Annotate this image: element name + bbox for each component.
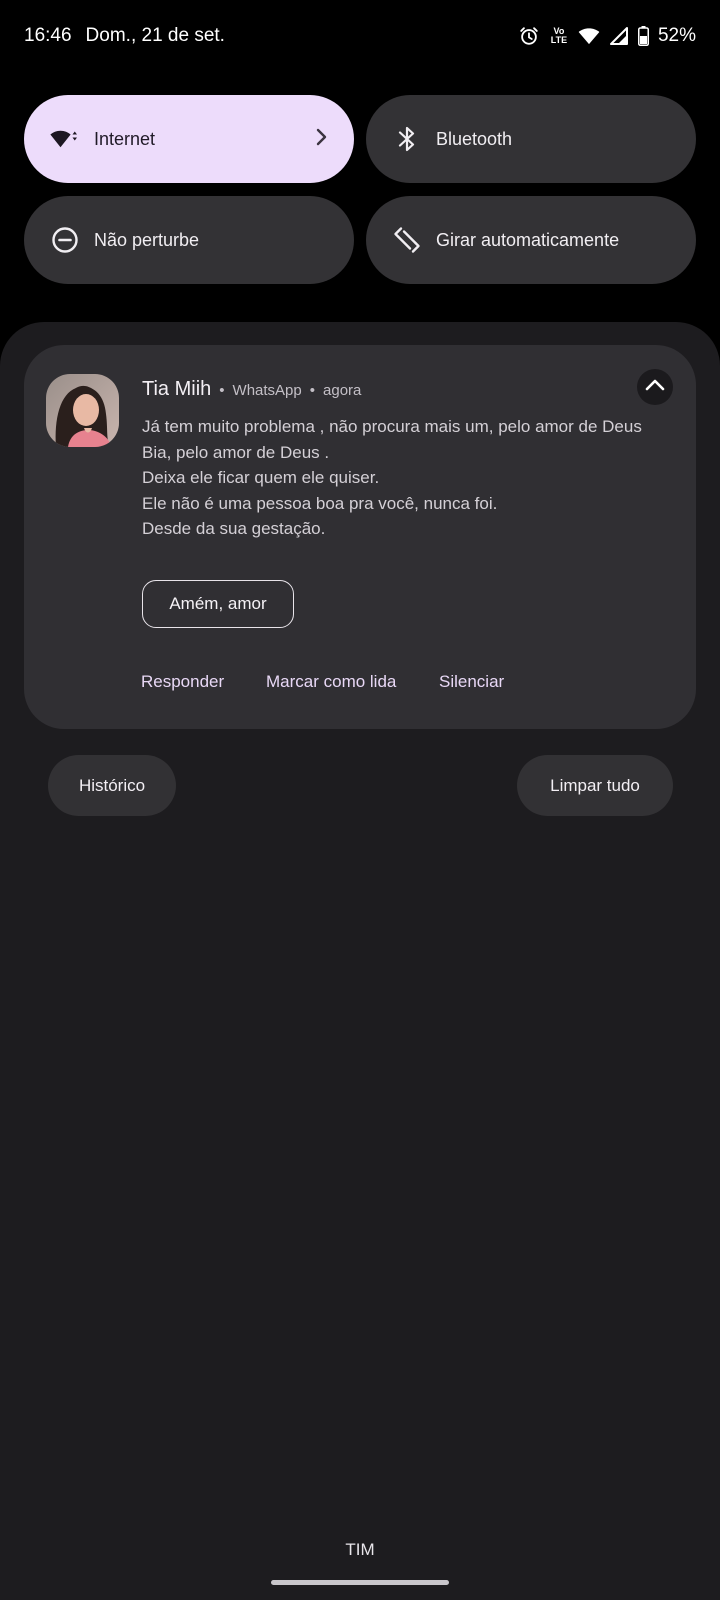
history-button[interactable]: Histórico — [48, 755, 176, 816]
volte-bottom-text: LTE — [550, 35, 568, 45]
notification-header: Tia Miih • WhatsApp • agora — [142, 378, 361, 401]
battery-percent: 52% — [657, 25, 696, 46]
message-line: Desde da sua gestação. — [142, 519, 326, 538]
notification-shade: 16:46 Dom., 21 de set. Vo LTE 52% Intern… — [0, 0, 720, 1600]
message-line: Ele não é uma pessoa boa pra você, nunca… — [142, 493, 498, 513]
wifi-icon — [50, 124, 80, 154]
chevron-right-icon — [314, 128, 328, 151]
message-line: Bia, pelo amor de Deus . — [142, 442, 330, 462]
carrier-label: TIM — [345, 1540, 375, 1559]
bluetooth-icon — [392, 124, 422, 154]
chevron-up-icon — [645, 378, 665, 397]
notification-message: Já tem muito problema , não procura mais… — [142, 414, 682, 542]
battery-icon — [637, 26, 649, 46]
tile-internet-label: Internet — [94, 128, 156, 149]
volte-icon: Vo LTE — [549, 27, 569, 45]
message-line: Já tem muito problema , não procura mais… — [142, 417, 642, 436]
collapse-notification-button[interactable] — [637, 369, 673, 405]
tile-auto-rotate-label: Girar automaticamente — [436, 229, 620, 250]
wifi-icon — [578, 27, 600, 45]
mark-as-read-action-button[interactable]: Marcar como lida — [266, 672, 396, 692]
auto-rotate-icon — [392, 225, 422, 255]
status-date[interactable]: Dom., 21 de set. — [86, 25, 225, 47]
status-time: 16:46 — [24, 25, 72, 46]
status-bar: 16:46 Dom., 21 de set. Vo LTE 52% — [0, 0, 720, 72]
smart-reply-button[interactable]: Amém, amor — [142, 580, 294, 628]
tile-bluetooth-label: Bluetooth — [436, 128, 513, 149]
app-name: WhatsApp — [232, 382, 302, 399]
tile-internet[interactable]: Internet — [24, 95, 354, 183]
tile-do-not-disturb-label: Não perturbe — [94, 229, 200, 250]
sender-name: Tia Miih — [142, 378, 212, 400]
tile-do-not-disturb[interactable]: Não perturbe — [24, 196, 354, 284]
mute-action-button[interactable]: Silenciar — [439, 672, 504, 692]
message-line: Deixa ele ficar quem ele quiser. — [142, 468, 380, 487]
tile-auto-rotate[interactable]: Girar automaticamente — [366, 196, 696, 284]
header-separator: • — [309, 382, 316, 399]
reply-action-button[interactable]: Responder — [141, 672, 224, 692]
do-not-disturb-icon — [50, 225, 80, 255]
clear-all-button[interactable]: Limpar tudo — [517, 755, 673, 816]
signal-icon — [609, 26, 629, 46]
sender-avatar[interactable] — [46, 374, 119, 447]
header-separator: • — [219, 382, 225, 399]
home-indicator[interactable] — [271, 1580, 449, 1585]
tile-bluetooth[interactable]: Bluetooth — [366, 95, 696, 183]
alarm-icon — [518, 25, 540, 47]
notification-time: agora — [323, 382, 362, 399]
